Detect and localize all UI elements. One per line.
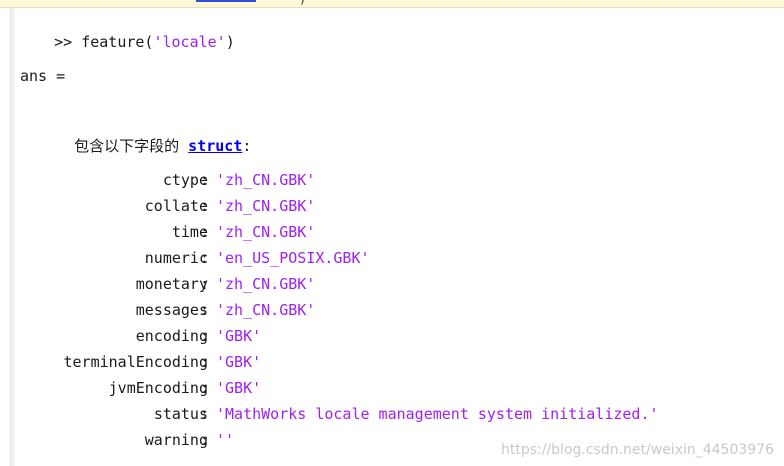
struct-link[interactable]: struct	[188, 137, 242, 155]
field-colon: :	[200, 275, 210, 293]
struct-intro-text: 包含以下字段的	[74, 137, 180, 155]
field-row: messages: 'zh_CN.GBK'	[0, 301, 784, 319]
field-name: messages	[135, 301, 208, 319]
field-name: warning	[144, 431, 208, 449]
field-value: 'GBK'	[216, 379, 262, 397]
field-colon: :	[200, 197, 210, 215]
field-value: 'MathWorks locale management system init…	[216, 405, 659, 423]
field-colon: :	[200, 301, 210, 319]
field-colon: :	[200, 249, 210, 267]
field-name: jvmEncoding	[108, 379, 208, 397]
field-colon: :	[200, 327, 210, 345]
field-colon: :	[200, 223, 210, 241]
field-colon: :	[200, 353, 210, 371]
previous-output-strip: )	[0, 0, 784, 8]
field-value: 'zh_CN.GBK'	[216, 223, 316, 241]
command-line[interactable]: >> feature('locale')	[18, 15, 235, 69]
field-value: 'GBK'	[216, 327, 262, 345]
command-close: )	[225, 33, 235, 51]
struct-intro: 包含以下字段的 struct:	[38, 119, 251, 173]
field-colon: :	[200, 405, 210, 423]
field-value: 'zh_CN.GBK'	[216, 275, 316, 293]
command-function: feature(	[81, 33, 154, 51]
field-name: collate	[144, 197, 208, 215]
field-name: monetary	[135, 275, 208, 293]
field-value: 'zh_CN.GBK'	[216, 171, 316, 189]
field-row: jvmEncoding: 'GBK'	[0, 379, 784, 397]
field-row: status: 'MathWorks locale management syst…	[0, 405, 784, 423]
field-name: encoding	[135, 327, 208, 345]
cut-off-text: )	[299, 0, 306, 6]
field-value: ''	[216, 431, 235, 449]
field-value: 'zh_CN.GBK'	[216, 301, 316, 319]
field-row: monetary: 'zh_CN.GBK'	[0, 275, 784, 293]
field-name: numeric	[144, 249, 208, 267]
command-argument: 'locale'	[153, 33, 226, 51]
struct-intro-colon: :	[242, 137, 252, 155]
field-value: 'GBK'	[216, 353, 262, 371]
field-row: time:'zh_CN.GBK'	[0, 223, 784, 241]
field-row: ctype:'zh_CN.GBK'	[0, 171, 784, 189]
field-colon: :	[200, 431, 210, 449]
field-row: numeric: 'en_US_POSIX.GBK'	[0, 249, 784, 267]
field-value: 'en_US_POSIX.GBK'	[216, 249, 370, 267]
ans-label: ans =	[20, 67, 66, 85]
field-value: 'zh_CN.GBK'	[216, 197, 316, 215]
field-colon: :	[200, 379, 210, 397]
field-colon: :	[200, 171, 210, 189]
prompt-symbol: >>	[54, 33, 73, 51]
watermark: https://blog.csdn.net/weixin_44503976	[500, 442, 774, 458]
field-row: encoding: 'GBK'	[0, 327, 784, 345]
cut-off-link[interactable]	[196, 0, 256, 2]
matlab-command-window[interactable]: ) >> feature('locale') ans = 包含以下字段的 str…	[0, 0, 784, 466]
field-row: terminalEncoding: 'GBK'	[0, 353, 784, 371]
field-name: terminalEncoding	[63, 353, 209, 371]
field-row: collate: 'zh_CN.GBK'	[0, 197, 784, 215]
